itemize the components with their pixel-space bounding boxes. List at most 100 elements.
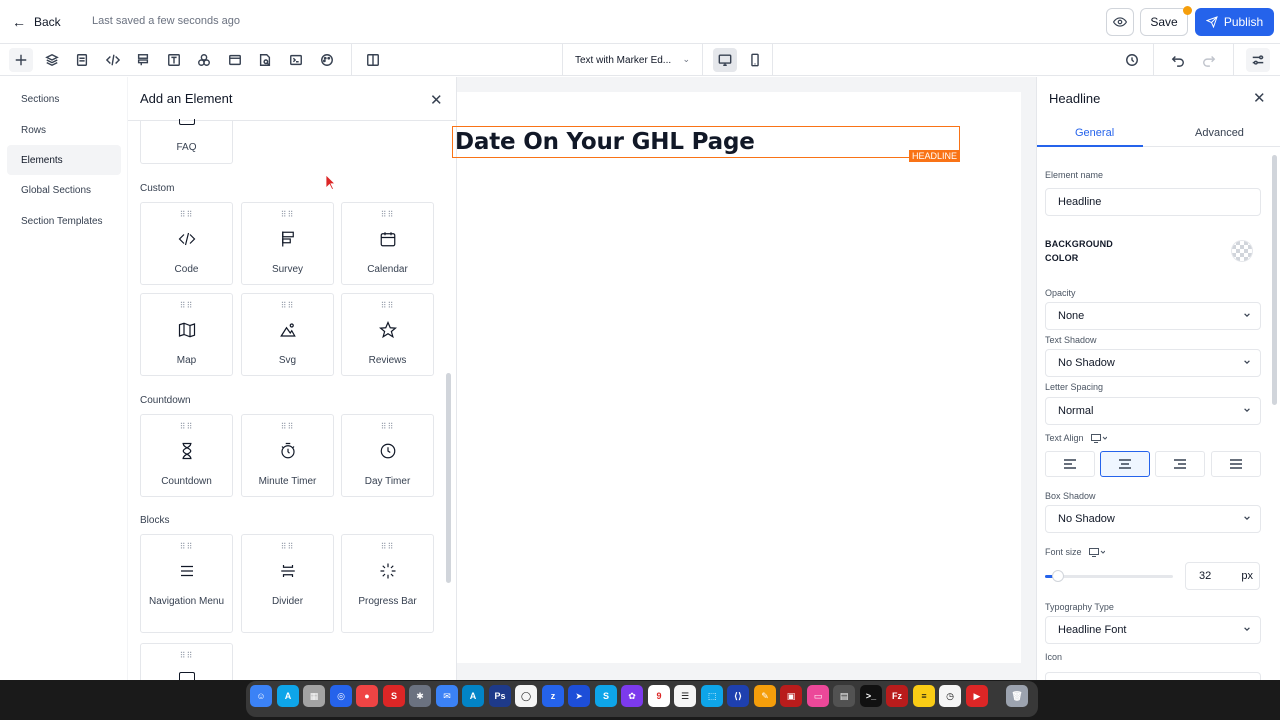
terminal-icon[interactable] [284, 48, 308, 72]
nav-item-sections[interactable]: Sections [7, 84, 121, 114]
slider-handle[interactable] [1052, 570, 1064, 582]
back-button[interactable]: ← Back [12, 14, 61, 30]
section-icon[interactable] [223, 48, 247, 72]
drag-handle-icon[interactable]: ⠿⠿ [342, 542, 433, 551]
app-icon[interactable]: ➤ [568, 685, 590, 707]
align-right-button[interactable] [1155, 451, 1205, 477]
selected-headline-element[interactable]: Date On Your GHL Page HEADLINE [452, 126, 960, 162]
app-icon[interactable]: ▣ [780, 685, 802, 707]
element-tile-survey[interactable]: ⠿⠿ Survey [241, 202, 334, 285]
clock-icon[interactable]: ◷ [939, 685, 961, 707]
reminders-icon[interactable]: ☰ [674, 685, 696, 707]
mobile-view-button[interactable] [743, 48, 767, 72]
drag-handle-icon[interactable]: ⠿⠿ [141, 651, 232, 660]
nav-item-section-templates[interactable]: Section Templates [7, 206, 121, 236]
drag-handle-icon[interactable]: ⠿⠿ [141, 422, 232, 431]
trash-icon[interactable]: 🗑 [1006, 685, 1028, 707]
typography-type-select[interactable]: Headline Font [1045, 616, 1261, 644]
element-tile-map[interactable]: ⠿⠿ Map [140, 293, 233, 376]
panel-scrollbar[interactable] [446, 373, 451, 583]
youtube-icon[interactable]: ▶ [966, 685, 988, 707]
font-size-input[interactable]: 32 px [1185, 562, 1260, 590]
app-icon[interactable]: S [383, 685, 405, 707]
app-icon[interactable]: ✿ [621, 685, 643, 707]
search-doc-icon[interactable] [253, 48, 277, 72]
element-tile-day-timer[interactable]: ⠿⠿ Day Timer [341, 414, 434, 497]
columns-icon[interactable] [361, 48, 385, 72]
icon-select[interactable] [1045, 672, 1261, 680]
drag-handle-icon[interactable]: ⠿⠿ [342, 301, 433, 310]
zoom-icon[interactable]: z [542, 685, 564, 707]
photoshop-icon[interactable]: Ps [489, 685, 511, 707]
drag-handle-icon[interactable]: ⠿⠿ [242, 542, 333, 551]
align-center-button[interactable] [1100, 451, 1150, 477]
element-tile-code[interactable]: ⠿⠿ Code [140, 202, 233, 285]
app-icon[interactable]: ✎ [754, 685, 776, 707]
safari-icon[interactable]: ◎ [330, 685, 352, 707]
monitor-icon[interactable] [1091, 434, 1108, 444]
element-tile-minute-timer[interactable]: ⠿⠿ Minute Timer [241, 414, 334, 497]
font-size-slider[interactable] [1045, 570, 1173, 582]
calculator-icon[interactable]: ▤ [833, 685, 855, 707]
element-tile-progress-bar[interactable]: ⠿⠿ Progress Bar [341, 534, 434, 633]
letter-spacing-select[interactable]: Normal [1045, 397, 1261, 425]
terminal-icon[interactable]: >_ [860, 685, 882, 707]
align-left-button[interactable] [1045, 451, 1095, 477]
nav-item-global-sections[interactable]: Global Sections [7, 175, 121, 205]
tab-general[interactable]: General [1075, 127, 1114, 139]
form-icon[interactable] [131, 48, 155, 72]
layers-icon[interactable] [40, 48, 64, 72]
filezilla-icon[interactable]: Fz [886, 685, 908, 707]
drag-handle-icon[interactable]: ⠿⠿ [242, 301, 333, 310]
undo-icon[interactable] [1166, 48, 1190, 72]
element-tile-navigation-menu[interactable]: ⠿⠿ Navigation Menu [140, 534, 233, 633]
drag-handle-icon[interactable]: ⠿⠿ [342, 422, 433, 431]
app-icon[interactable]: ⬚ [701, 685, 723, 707]
opacity-select[interactable]: None [1045, 302, 1261, 330]
text-shadow-select[interactable]: No Shadow [1045, 349, 1261, 377]
settings-scrollbar[interactable] [1272, 155, 1277, 405]
desktop-view-button[interactable] [713, 48, 737, 72]
chrome-icon[interactable]: ● [356, 685, 378, 707]
app-icon[interactable]: A [462, 685, 484, 707]
drag-handle-icon[interactable]: ⠿⠿ [141, 301, 232, 310]
launchpad-icon[interactable]: ▦ [303, 685, 325, 707]
calendar-icon[interactable]: 9 [648, 685, 670, 707]
drag-handle-icon[interactable]: ⠿⠿ [342, 210, 433, 219]
app-icon[interactable]: ◯ [515, 685, 537, 707]
vscode-icon[interactable]: ⟨⟩ [727, 685, 749, 707]
palette-icon[interactable] [315, 48, 339, 72]
shapes-icon[interactable] [192, 48, 216, 72]
publish-button[interactable]: Publish [1195, 8, 1274, 36]
drag-handle-icon[interactable]: ⠿⠿ [242, 422, 333, 431]
history-icon[interactable] [1120, 48, 1144, 72]
code-icon[interactable] [101, 48, 125, 72]
drag-handle-icon[interactable]: ⠿⠿ [141, 542, 232, 551]
finder-icon[interactable]: ☺ [250, 685, 272, 707]
preview-button[interactable] [1106, 8, 1134, 36]
align-justify-button[interactable] [1211, 451, 1261, 477]
element-tile-reviews[interactable]: ⠿⠿ Reviews [341, 293, 434, 376]
app-store-icon[interactable]: A [277, 685, 299, 707]
app-icon[interactable]: ▭ [807, 685, 829, 707]
settings-sliders-icon[interactable] [1246, 48, 1270, 72]
mail-icon[interactable]: ✉ [436, 685, 458, 707]
box-shadow-select[interactable]: No Shadow [1045, 505, 1261, 533]
drag-handle-icon[interactable]: ⠿⠿ [242, 210, 333, 219]
skype-icon[interactable]: S [595, 685, 617, 707]
monitor-icon[interactable] [1089, 548, 1106, 558]
element-tile-partial[interactable]: ⠿⠿ [140, 643, 233, 680]
nav-item-elements[interactable]: Elements [7, 145, 121, 175]
element-tile-countdown[interactable]: ⠿⠿ Countdown [140, 414, 233, 497]
redo-icon[interactable] [1197, 48, 1221, 72]
drag-handle-icon[interactable]: ⠿⠿ [141, 210, 232, 219]
element-tile-calendar[interactable]: ⠿⠿ Calendar [341, 202, 434, 285]
text-icon[interactable] [162, 48, 186, 72]
add-icon[interactable] [9, 48, 33, 72]
tab-advanced[interactable]: Advanced [1195, 127, 1244, 139]
element-tile-divider[interactable]: ⠿⠿ Divider [241, 534, 334, 633]
element-tile-svg[interactable]: ⠿⠿ Svg [241, 293, 334, 376]
nav-item-rows[interactable]: Rows [7, 115, 121, 145]
background-color-swatch[interactable] [1231, 240, 1253, 262]
headline-text[interactable]: Date On Your GHL Page [455, 129, 755, 155]
